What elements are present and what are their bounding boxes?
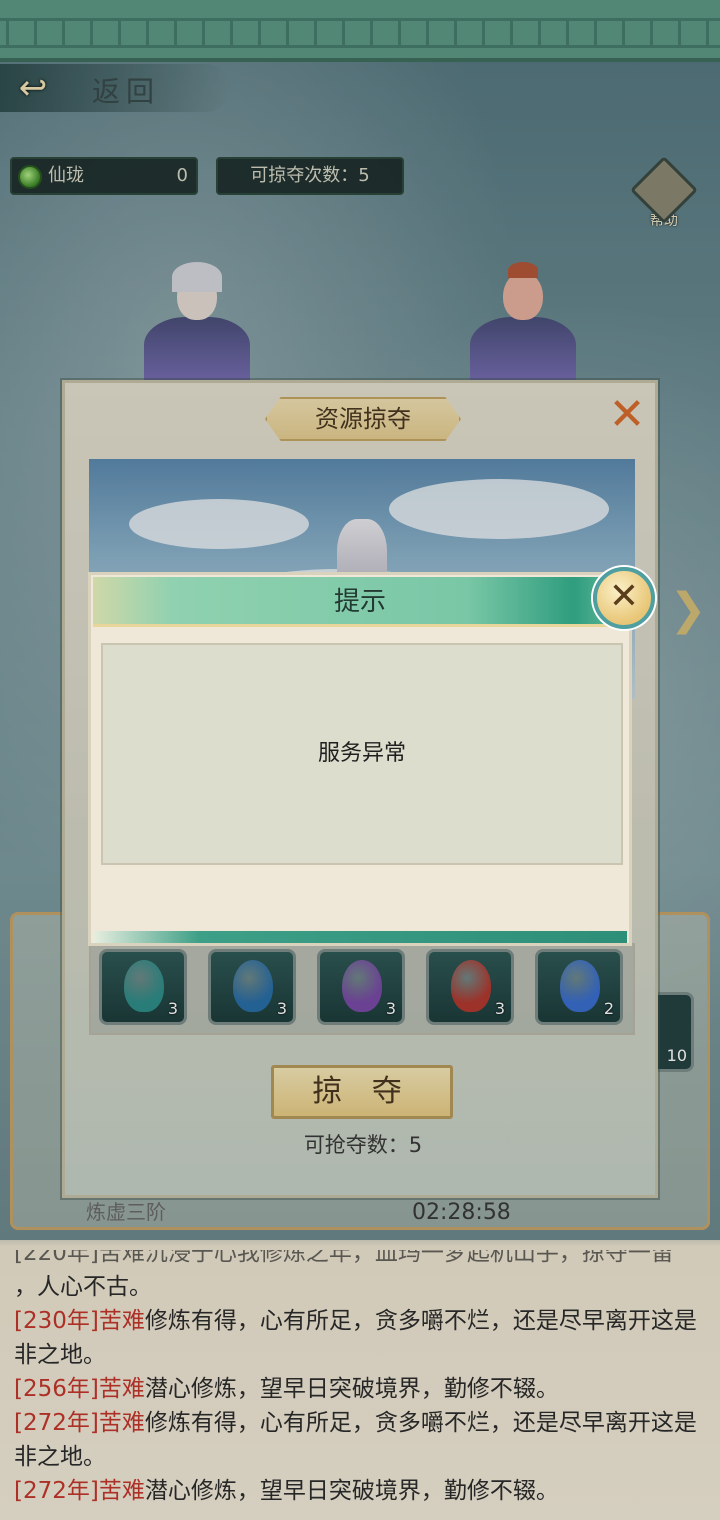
alert-body: 服务异常 (101, 643, 623, 865)
alert-dialog: 提示 ✕ 服务异常 (88, 567, 655, 946)
alert-close-icon[interactable]: ✕ (593, 567, 655, 629)
alert-header: 提示 (93, 577, 627, 627)
alert-message: 服务异常 (317, 741, 406, 766)
alert-title: 提示 (333, 587, 386, 617)
alert-footer-decoration (93, 931, 627, 943)
